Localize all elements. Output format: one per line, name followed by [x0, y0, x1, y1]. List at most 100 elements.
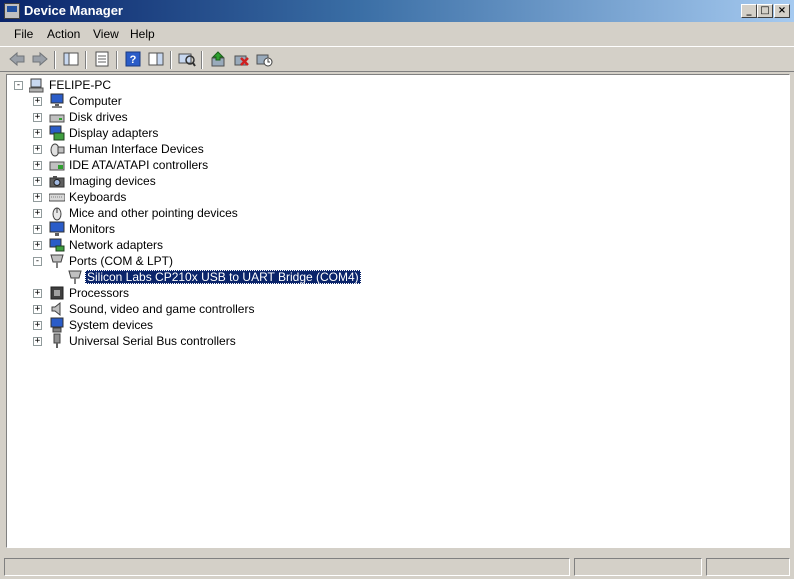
device-manager-icon [4, 3, 20, 19]
toolbar-separator [85, 51, 87, 69]
expand-toggle[interactable]: + [33, 161, 42, 170]
toolbar-separator [54, 51, 56, 69]
status-bar [0, 556, 794, 579]
tree-item-label[interactable]: Network adapters [67, 238, 165, 252]
tree-item-label[interactable]: Silicon Labs CP210x USB to UART Bridge (… [85, 270, 361, 284]
tree-item-label[interactable]: Mice and other pointing devices [67, 206, 240, 220]
menu-action[interactable]: Action [47, 27, 80, 41]
tree-item-label[interactable]: Keyboards [67, 190, 128, 204]
tree-item-label[interactable]: Ports (COM & LPT) [67, 254, 175, 268]
device-manager-window: Device Manager _ □ × File Action View He… [0, 0, 794, 579]
expand-toggle[interactable]: + [33, 145, 42, 154]
window-title: Device Manager [24, 3, 123, 18]
disable-icon[interactable] [255, 51, 273, 67]
tree-item-label[interactable]: Imaging devices [67, 174, 158, 188]
speaker-icon [51, 301, 61, 317]
tree-item-label[interactable]: Universal Serial Bus controllers [67, 334, 238, 348]
tree-item-mice[interactable]: + Mice and other pointing devices [7, 205, 407, 221]
status-pane [574, 558, 702, 576]
forward-icon[interactable] [31, 51, 49, 67]
status-pane [706, 558, 790, 576]
expand-toggle[interactable]: + [33, 129, 42, 138]
camera-icon [49, 176, 65, 188]
expand-toggle[interactable]: + [33, 337, 42, 346]
help-icon[interactable]: ? [124, 51, 142, 67]
display-adapter-icon [49, 125, 65, 141]
status-pane [4, 558, 570, 576]
hid-icon [50, 143, 65, 157]
expand-toggle[interactable]: + [33, 177, 42, 186]
computer-pc-icon [29, 78, 44, 93]
tree-item-system-devices[interactable]: + System devices [7, 317, 407, 333]
action-pane-icon[interactable] [147, 51, 165, 67]
tree-item-label[interactable]: Display adapters [67, 126, 160, 140]
svg-text:?: ? [130, 54, 137, 66]
expand-toggle[interactable]: + [33, 97, 42, 106]
expand-toggle[interactable]: + [33, 305, 42, 314]
expand-toggle[interactable]: + [33, 193, 42, 202]
tree-item-keyboards[interactable]: + Keyboards [7, 189, 407, 205]
expand-toggle[interactable]: + [33, 209, 42, 218]
tree-item-label[interactable]: Sound, video and game controllers [67, 302, 256, 316]
tree-root[interactable]: - FELIPE-PC [7, 77, 407, 93]
network-adapter-icon [49, 238, 65, 252]
mouse-icon [52, 207, 62, 221]
disk-drive-icon [49, 114, 65, 123]
expand-toggle[interactable]: + [33, 225, 42, 234]
system-device-icon [50, 317, 64, 333]
close-button[interactable]: × [774, 4, 790, 18]
menu-help[interactable]: Help [130, 27, 155, 41]
tree-item-imaging-devices[interactable]: + Imaging devices [7, 173, 407, 189]
tree-item-label[interactable]: Processors [67, 286, 131, 300]
update-driver-icon[interactable] [209, 51, 227, 67]
expand-toggle[interactable]: + [33, 241, 42, 250]
ide-controller-icon [49, 161, 65, 171]
collapse-toggle[interactable]: - [14, 81, 23, 90]
tree-item-monitors[interactable]: + Monitors [7, 221, 407, 237]
tree-item-disk-drives[interactable]: + Disk drives [7, 109, 407, 125]
usb-icon [53, 333, 61, 348]
toolbar-separator [170, 51, 172, 69]
expand-toggle[interactable]: + [33, 321, 42, 330]
processor-icon [50, 286, 64, 300]
title-bar[interactable]: Device Manager _ □ × [0, 0, 794, 22]
tree-item-sound-video[interactable]: + Sound, video and game controllers [7, 301, 407, 317]
tree-root-label[interactable]: FELIPE-PC [47, 78, 113, 92]
toolbar-separator [116, 51, 118, 69]
tree-item-usb-controllers[interactable]: + Universal Serial Bus controllers [7, 333, 407, 349]
properties-icon[interactable] [93, 51, 111, 67]
tree-item-network-adapters[interactable]: + Network adapters [7, 237, 407, 253]
toolbar: ? [0, 46, 794, 72]
maximize-button[interactable]: □ [757, 4, 773, 18]
toolbar-separator [201, 51, 203, 69]
expand-toggle[interactable]: + [33, 113, 42, 122]
tree-item-computer[interactable]: + Computer [7, 93, 407, 109]
tree-item-label[interactable]: Monitors [67, 222, 117, 236]
device-tree[interactable]: - FELIPE-PC + Computer + Disk drives + D… [6, 74, 790, 548]
minimize-button[interactable]: _ [741, 4, 757, 18]
tree-item-label[interactable]: Disk drives [67, 110, 130, 124]
menu-file[interactable]: File [14, 27, 33, 41]
collapse-toggle[interactable]: - [33, 257, 42, 266]
monitor-icon [49, 221, 65, 236]
menu-view[interactable]: View [93, 27, 119, 41]
keyboard-icon [49, 193, 65, 202]
tree-item-label[interactable]: Computer [67, 94, 124, 108]
menu-bar: File Action View Help [0, 23, 794, 45]
port-icon [50, 254, 64, 268]
port-icon [68, 270, 82, 284]
tree-item-ide-controllers[interactable]: + IDE ATA/ATAPI controllers [7, 157, 407, 173]
uninstall-icon[interactable] [232, 51, 250, 67]
tree-item-cp210x-bridge[interactable]: Silicon Labs CP210x USB to UART Bridge (… [7, 269, 407, 285]
tree-item-human-interface-devices[interactable]: + Human Interface Devices [7, 141, 407, 157]
tree-item-processors[interactable]: + Processors [7, 285, 407, 301]
tree-item-ports[interactable]: - Ports (COM & LPT) [7, 253, 407, 269]
tree-item-label[interactable]: Human Interface Devices [67, 142, 206, 156]
scan-hardware-icon[interactable] [178, 51, 196, 67]
tree-item-label[interactable]: System devices [67, 318, 155, 332]
expand-toggle[interactable]: + [33, 289, 42, 298]
tree-item-display-adapters[interactable]: + Display adapters [7, 125, 407, 141]
tree-item-label[interactable]: IDE ATA/ATAPI controllers [67, 158, 210, 172]
show-hide-console-tree-icon[interactable] [62, 51, 80, 67]
back-icon[interactable] [8, 51, 26, 67]
